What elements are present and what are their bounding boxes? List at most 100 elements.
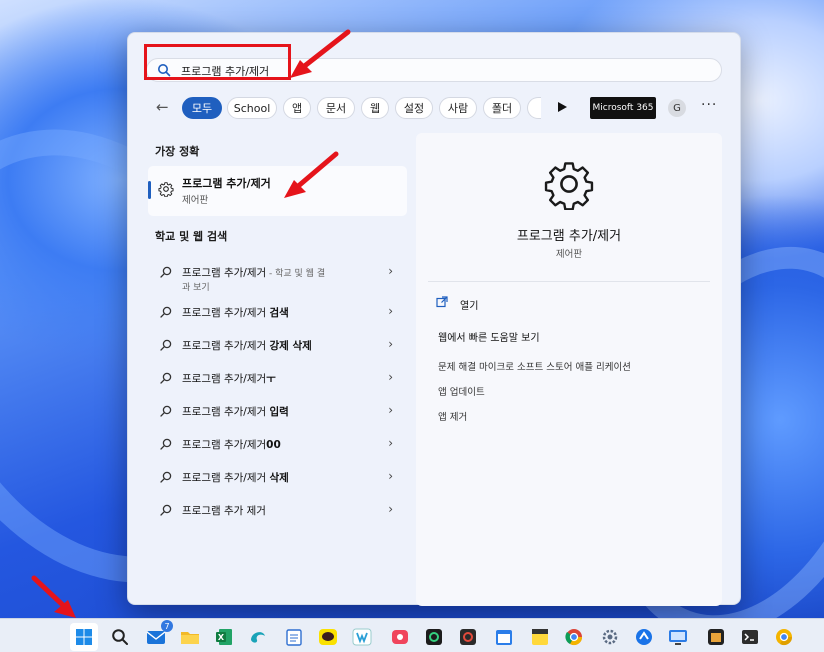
best-match-title: 프로그램 추가/제거 bbox=[182, 177, 271, 190]
web-result-row[interactable]: 프로그램 추가/제거ㅜ › bbox=[148, 362, 407, 395]
screen-recorder-app[interactable] bbox=[386, 623, 414, 651]
search-icon bbox=[160, 339, 172, 351]
notepad-app[interactable] bbox=[280, 623, 308, 651]
taskbar-search[interactable] bbox=[106, 623, 134, 651]
chevron-right-icon: › bbox=[388, 337, 393, 351]
settings-gear-icon bbox=[602, 629, 618, 645]
search-icon bbox=[160, 504, 172, 516]
web-result-text: 프로그램 추가/제거 입력 bbox=[182, 406, 289, 418]
remote-app[interactable] bbox=[630, 623, 658, 651]
terminal-green-app[interactable] bbox=[420, 623, 448, 651]
web-result-text: 프로그램 추가/제거 검색 bbox=[182, 307, 289, 319]
web-result-row[interactable]: 프로그램 추가/제거 삭제 › bbox=[148, 461, 407, 494]
edge-app-icon bbox=[251, 632, 265, 643]
vmware-app[interactable] bbox=[348, 623, 376, 651]
web-result-row[interactable]: 프로그램 추가/제거 입력 › bbox=[148, 395, 407, 428]
chrome-app[interactable] bbox=[560, 623, 588, 651]
web-result-text: 프로그램 추가/제거 강제 삭제 bbox=[182, 340, 312, 352]
web-search-heading: 학교 및 웹 검색 bbox=[155, 230, 228, 243]
search-icon bbox=[112, 629, 128, 645]
start-button[interactable] bbox=[70, 623, 98, 651]
chip-web[interactable]: 웹 bbox=[361, 97, 389, 119]
excel-app[interactable]: X bbox=[210, 623, 238, 651]
web-result-text: 프로그램 추가/제거ㅜ bbox=[182, 373, 276, 385]
chip-overflow[interactable] bbox=[527, 97, 541, 119]
avatar[interactable]: G bbox=[668, 99, 686, 117]
chevron-right-icon: › bbox=[388, 370, 393, 384]
mail-badge: 7 bbox=[161, 620, 173, 632]
web-result-row[interactable]: 프로그램 추가/제거00 › bbox=[148, 428, 407, 461]
web-help-heading: 웹에서 빠른 도움말 보기 bbox=[438, 333, 540, 344]
kakaotalk-app[interactable] bbox=[314, 623, 342, 651]
chrome-canary-icon bbox=[776, 629, 793, 646]
detail-pane: 프로그램 추가/제거 제어판 열기 웹에서 빠른 도움말 보기 문제 해결 마이… bbox=[416, 133, 722, 606]
search-icon bbox=[160, 471, 172, 483]
mail-app[interactable]: 7 bbox=[142, 620, 173, 651]
help-link[interactable]: 앱 업데이트 bbox=[438, 384, 485, 398]
chip-documents[interactable]: 문서 bbox=[317, 97, 355, 119]
chrome-icon bbox=[565, 629, 583, 646]
gear-icon bbox=[158, 182, 174, 197]
web-result-text: 프로그램 추가/제거 삭제 bbox=[182, 472, 289, 484]
search-icon bbox=[160, 266, 172, 278]
chevron-right-icon: › bbox=[388, 502, 393, 516]
camera-app[interactable] bbox=[454, 623, 482, 651]
play-icon[interactable] bbox=[558, 102, 567, 112]
best-match-subtitle: 제어판 bbox=[182, 195, 209, 206]
notepad-icon bbox=[286, 629, 302, 646]
calendar-icon bbox=[496, 630, 512, 645]
help-link[interactable]: 문제 해결 마이크로 소프트 스토어 애플 리케이션 bbox=[438, 359, 631, 373]
sticky-notes-icon bbox=[532, 629, 548, 645]
best-match-heading: 가장 정확 bbox=[155, 145, 200, 158]
web-result-row[interactable]: 프로그램 추가/제거 - 학교 및 웹 결과 보기 › bbox=[148, 256, 407, 296]
svg-text:X: X bbox=[218, 633, 225, 642]
chip-all[interactable]: 모두 bbox=[182, 97, 222, 119]
start-icon bbox=[76, 629, 92, 645]
web-result-row[interactable]: 프로그램 추가 제거 › bbox=[148, 494, 407, 527]
search-icon bbox=[160, 438, 172, 450]
search-icon bbox=[160, 306, 172, 318]
chip-people[interactable]: 사람 bbox=[439, 97, 477, 119]
camera-app-icon bbox=[460, 629, 476, 645]
taskbar: 7 X bbox=[0, 618, 824, 652]
game-app[interactable] bbox=[702, 623, 730, 651]
search-icon bbox=[160, 405, 172, 417]
web-result-row[interactable]: 프로그램 추가/제거 강제 삭제 › bbox=[148, 329, 407, 362]
chip-apps[interactable]: 앱 bbox=[283, 97, 311, 119]
chip-settings[interactable]: 설정 bbox=[395, 97, 433, 119]
back-arrow-icon[interactable]: ← bbox=[156, 98, 169, 116]
file-explorer-icon bbox=[181, 632, 199, 644]
help-link[interactable]: 앱 제거 bbox=[438, 409, 467, 423]
sticky-notes-app[interactable] bbox=[526, 623, 554, 651]
detail-title: 프로그램 추가/제거 bbox=[516, 229, 622, 244]
terminal-green-icon bbox=[426, 629, 442, 645]
excel-icon: X bbox=[216, 629, 232, 645]
chip-folders[interactable]: 폴더 bbox=[483, 97, 521, 119]
monitor-app[interactable] bbox=[664, 623, 692, 651]
chip-school[interactable]: School bbox=[227, 97, 277, 119]
terminal-icon bbox=[742, 630, 758, 644]
chevron-right-icon: › bbox=[388, 469, 393, 483]
best-match-item[interactable]: 프로그램 추가/제거 제어판 bbox=[148, 166, 407, 216]
web-result-text: 프로그램 추가/제거00 bbox=[182, 439, 281, 451]
edge-app[interactable] bbox=[244, 623, 272, 651]
mail-icon bbox=[146, 631, 166, 644]
more-options-icon[interactable]: ··· bbox=[701, 97, 717, 113]
chevron-right-icon: › bbox=[388, 436, 393, 450]
search-panel: 프로그램 추가/제거 ← 모두 School 앱 문서 웹 설정 사람 폴더 M… bbox=[127, 32, 742, 606]
filter-bar: ← 모두 School 앱 문서 웹 설정 사람 폴더 Microsoft 36… bbox=[152, 95, 742, 121]
microsoft-365-button[interactable]: Microsoft 365 bbox=[590, 97, 656, 119]
terminal-app[interactable] bbox=[736, 623, 764, 651]
chevron-right-icon: › bbox=[388, 264, 393, 278]
game-icon bbox=[708, 629, 724, 645]
gear-icon bbox=[544, 162, 594, 210]
chrome-canary-app[interactable] bbox=[770, 623, 798, 651]
selection-indicator bbox=[148, 181, 151, 199]
screen-recorder-icon bbox=[392, 630, 408, 644]
calendar-app[interactable] bbox=[490, 623, 518, 651]
vmware-icon bbox=[352, 628, 372, 646]
web-result-row[interactable]: 프로그램 추가/제거 검색 › bbox=[148, 296, 407, 329]
open-external-icon bbox=[436, 296, 448, 308]
file-explorer[interactable] bbox=[176, 623, 204, 651]
settings-app[interactable] bbox=[596, 623, 624, 651]
